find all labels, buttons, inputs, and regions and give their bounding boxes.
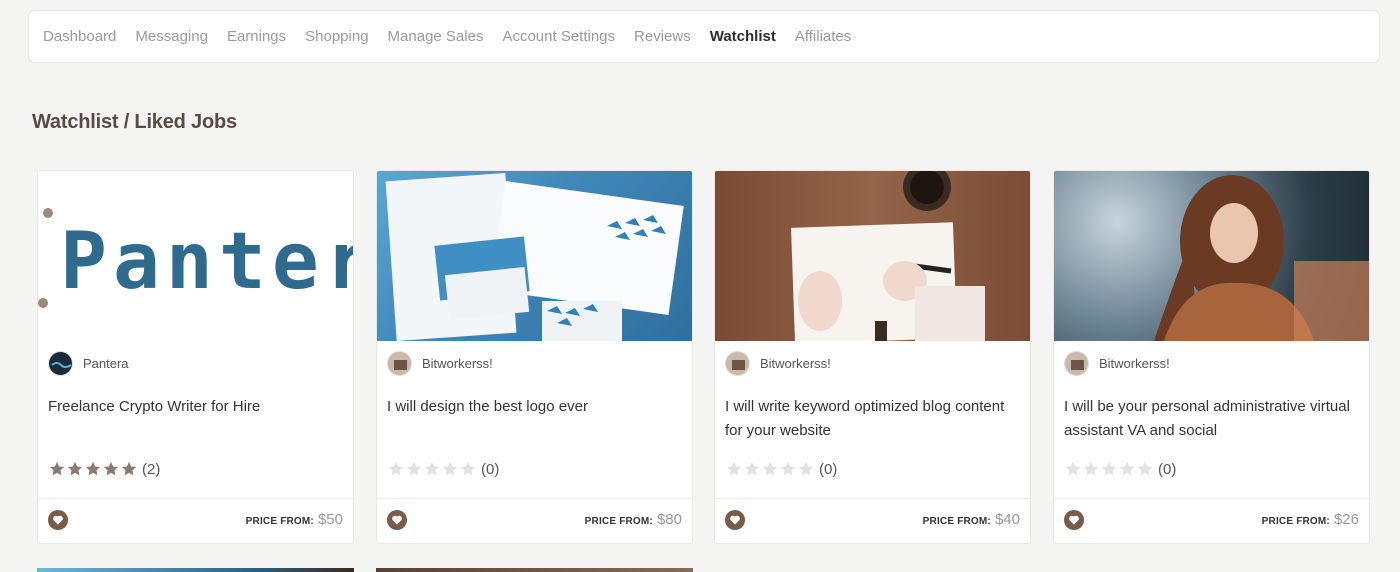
heart-icon [730, 515, 740, 525]
rating-count: (2) [142, 460, 161, 478]
job-title[interactable]: I will write keyword optimized blog cont… [725, 395, 1015, 443]
job-card[interactable]: Bitworkerss! I will write keyword optimi… [714, 170, 1031, 544]
job-thumbnail[interactable] [377, 171, 692, 341]
job-thumbnail[interactable] [715, 171, 1030, 341]
star-icon [1065, 461, 1081, 476]
price-label: PRICE FROM: [922, 516, 991, 527]
heart-icon [1069, 515, 1079, 525]
price: PRICE FROM: $40 [923, 511, 1020, 528]
nav-item-affiliates[interactable]: Affiliates [795, 28, 851, 45]
card-footer: PRICE FROM: $40 [715, 498, 1030, 543]
job-title[interactable]: I will design the best logo ever [387, 395, 677, 419]
avatar [387, 351, 412, 376]
seller-info[interactable]: Bitworkerss! [387, 351, 493, 376]
favorite-button[interactable] [725, 510, 745, 530]
favorite-button[interactable] [387, 510, 407, 530]
card-footer: PRICE FROM: $80 [377, 498, 692, 543]
star-icon [1119, 461, 1135, 476]
job-card[interactable]: Bitworkerss! I will design the best logo… [376, 170, 693, 544]
price: PRICE FROM: $26 [1262, 511, 1359, 528]
star-rating [387, 460, 477, 478]
nav-item-messaging[interactable]: Messaging [135, 28, 208, 45]
heart-icon [392, 515, 402, 525]
price-label: PRICE FROM: [245, 516, 314, 527]
rating-count: (0) [819, 460, 838, 478]
rating: (0) [387, 460, 499, 478]
avatar [1064, 351, 1089, 376]
pantera-logo-text: Panter [60, 217, 353, 307]
job-card[interactable]: Bitworkerss! I will be your personal adm… [1053, 170, 1370, 544]
price: PRICE FROM: $50 [246, 511, 343, 528]
seller-info[interactable]: Bitworkerss! [1064, 351, 1170, 376]
job-thumbnail[interactable] [1054, 171, 1369, 341]
price-value: $50 [317, 511, 343, 528]
nav-item-dashboard[interactable]: Dashboard [43, 28, 116, 45]
avatar [725, 351, 750, 376]
star-icon [1101, 461, 1117, 476]
star-icon [762, 461, 778, 476]
job-card-partial[interactable] [37, 568, 354, 572]
star-icon [67, 461, 83, 476]
rating-count: (0) [1158, 460, 1177, 478]
star-icon [460, 461, 476, 476]
star-icon [780, 461, 796, 476]
job-card-partial[interactable] [376, 568, 693, 572]
nav-item-reviews[interactable]: Reviews [634, 28, 691, 45]
star-icon [1137, 461, 1153, 476]
star-icon [388, 461, 404, 476]
price-value: $80 [656, 511, 682, 528]
seller-name[interactable]: Pantera [83, 356, 129, 371]
star-icon [442, 461, 458, 476]
star-rating [1064, 460, 1154, 478]
star-icon [424, 461, 440, 476]
heart-icon [53, 515, 63, 525]
nav-item-shopping[interactable]: Shopping [305, 28, 368, 45]
nav-item-watchlist[interactable]: Watchlist [710, 28, 776, 45]
star-rating [48, 460, 138, 478]
rating: (0) [1064, 460, 1176, 478]
nav-item-manage-sales[interactable]: Manage Sales [388, 28, 484, 45]
star-icon [798, 461, 814, 476]
price-value: $40 [994, 511, 1020, 528]
nav-item-earnings[interactable]: Earnings [227, 28, 286, 45]
seller-name[interactable]: Bitworkerss! [1099, 356, 1170, 371]
rating: (2) [48, 460, 160, 478]
star-icon [1083, 461, 1099, 476]
seller-name[interactable]: Bitworkerss! [422, 356, 493, 371]
seller-info[interactable]: Bitworkerss! [725, 351, 831, 376]
page-title: Watchlist / Liked Jobs [32, 111, 237, 133]
rating-count: (0) [481, 460, 500, 478]
job-title[interactable]: Freelance Crypto Writer for Hire [48, 395, 338, 419]
star-icon [744, 461, 760, 476]
seller-info[interactable]: Pantera [48, 351, 129, 376]
job-title[interactable]: I will be your personal administrative v… [1064, 395, 1354, 443]
star-icon [406, 461, 422, 476]
account-nav: Dashboard Messaging Earnings Shopping Ma… [28, 10, 1380, 63]
seller-name[interactable]: Bitworkerss! [760, 356, 831, 371]
favorite-button[interactable] [1064, 510, 1084, 530]
card-footer: PRICE FROM: $26 [1054, 498, 1369, 543]
job-card[interactable]: Panter Pantera Freelance Crypto Writer f… [37, 170, 354, 544]
star-rating [725, 460, 815, 478]
star-icon [85, 461, 101, 476]
star-icon [103, 461, 119, 476]
price-label: PRICE FROM: [584, 516, 653, 527]
rating: (0) [725, 460, 837, 478]
nav-item-account-settings[interactable]: Account Settings [502, 28, 615, 45]
price-value: $26 [1333, 511, 1359, 528]
job-thumbnail[interactable]: Panter [38, 171, 353, 341]
star-icon [121, 461, 137, 476]
star-icon [726, 461, 742, 476]
favorite-button[interactable] [48, 510, 68, 530]
star-icon [49, 461, 65, 476]
card-footer: PRICE FROM: $50 [38, 498, 353, 543]
price-label: PRICE FROM: [1261, 516, 1330, 527]
avatar [48, 351, 73, 376]
price: PRICE FROM: $80 [585, 511, 682, 528]
